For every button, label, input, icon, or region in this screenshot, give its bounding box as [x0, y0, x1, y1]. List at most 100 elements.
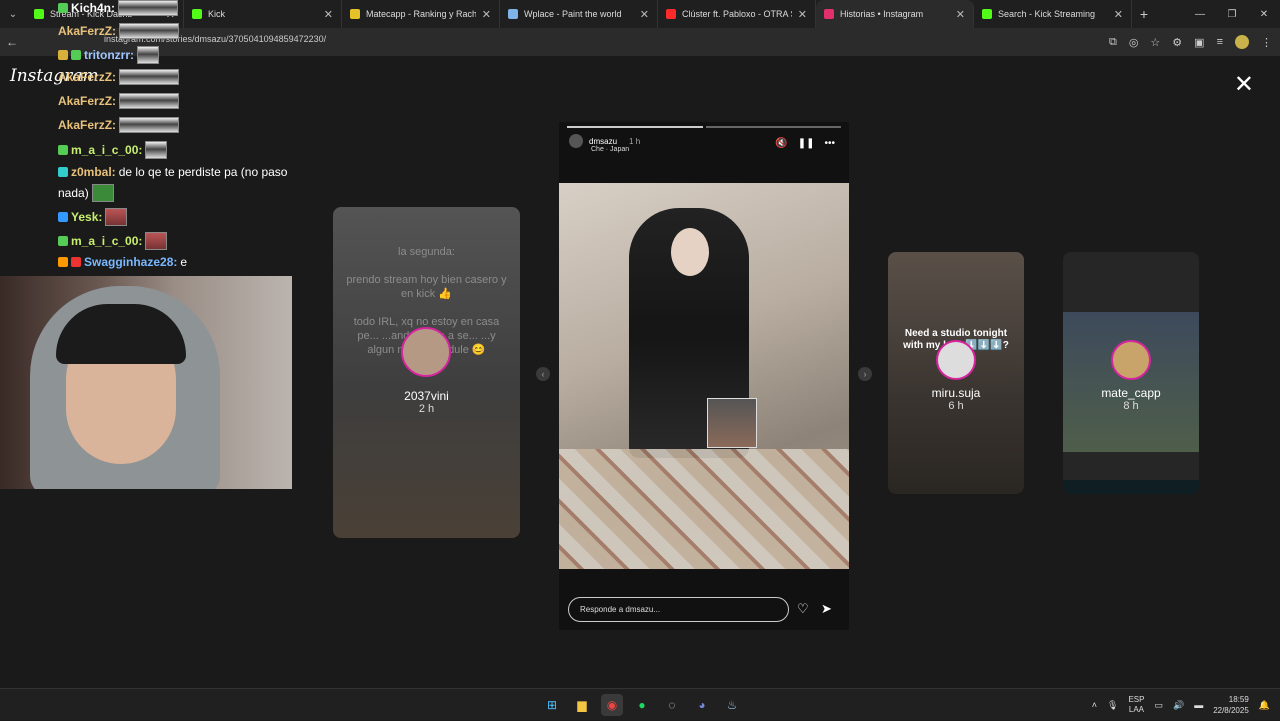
chat-emote — [118, 0, 179, 16]
heart-icon[interactable]: ♡ — [797, 601, 809, 617]
chat-badge — [58, 212, 68, 222]
story-username: 2037vini — [404, 389, 449, 403]
chrome-icon[interactable]: ◉ — [601, 694, 623, 716]
wplace-icon — [508, 9, 518, 19]
chat-emote — [137, 46, 159, 64]
network-icon[interactable]: ▭ — [1154, 700, 1163, 711]
back-icon[interactable]: ← — [0, 35, 24, 49]
steam-icon[interactable]: ♨ — [721, 694, 743, 716]
extensions-puzzle-icon[interactable]: ▣ — [1194, 36, 1204, 49]
previous-story-icon[interactable]: ‹ — [536, 367, 550, 381]
language-indicator[interactable]: ESP LAA — [1128, 695, 1144, 715]
story-preview-2037vini[interactable]: la segunda: prendo stream hoy bien caser… — [333, 207, 520, 538]
chat-user: AkaFerzZ: — [58, 24, 117, 38]
story-user-label: miru.suja 6 h — [888, 386, 1024, 412]
tab-4[interactable]: Clúster ft. Pabloxo - OTRA SED ✕ — [658, 0, 816, 28]
microphone-icon[interactable]: 🎙 — [1107, 700, 1118, 711]
tab-title: Clúster ft. Pabloxo - OTRA SED — [682, 9, 792, 19]
close-tab-icon[interactable]: ✕ — [1114, 8, 1123, 21]
chat-badge — [58, 167, 68, 177]
youtube-icon — [666, 9, 676, 19]
clock-date: 22/8/2025 — [1213, 706, 1249, 715]
volume-icon[interactable]: 🔊 — [1173, 700, 1184, 711]
next-story-icon[interactable]: › — [858, 367, 872, 381]
tab-2[interactable]: Matecapp - Ranking y Racha d ✕ — [342, 0, 500, 28]
tab-6[interactable]: Search - Kick Streaming ✕ — [974, 0, 1132, 28]
chat-user: m_a_i_c_00: — [71, 234, 143, 248]
chat-text: de lo qe te perdiste pa (no paso — [118, 165, 288, 179]
close-tab-icon[interactable]: ✕ — [640, 8, 649, 21]
new-tab-button[interactable]: + — [1132, 0, 1156, 28]
tab-5[interactable]: Historias • Instagram ✕ — [816, 0, 974, 28]
story-song[interactable]: Che · Japan — [591, 146, 629, 153]
bookmark-star-icon[interactable]: ☆ — [1150, 36, 1160, 49]
menu-dots-icon[interactable]: ⋮ — [1261, 36, 1272, 49]
kick-icon — [192, 9, 202, 19]
avatar[interactable] — [569, 134, 583, 148]
tab-search-button[interactable]: ⌄ — [0, 0, 26, 28]
tab-1[interactable]: Kick ✕ — [184, 0, 342, 28]
profile-avatar[interactable] — [1235, 35, 1249, 49]
tracking-icon[interactable]: ◎ — [1129, 36, 1139, 49]
chat-text: e — [180, 255, 188, 269]
story-time: 2 h — [418, 403, 435, 415]
minimize-icon[interactable]: — — [1184, 0, 1216, 28]
chat-emote — [119, 23, 180, 39]
extension-icon[interactable]: ⚙ — [1172, 36, 1182, 49]
close-icon[interactable]: ✕ — [1234, 70, 1254, 99]
matecapp-icon — [350, 9, 360, 19]
pause-icon[interactable]: ❚❚ — [798, 138, 815, 149]
tab-3[interactable]: Wplace - Paint the world ✕ — [500, 0, 658, 28]
obs-icon[interactable]: ◌ — [661, 694, 683, 716]
file-explorer-icon[interactable]: ▆ — [571, 694, 593, 716]
chat-user: AkaFerzZ: — [58, 94, 117, 108]
chat-user: AkaFerzZ: — [58, 118, 117, 132]
chat-message: z0mbal: de lo qe te perdiste pa (no paso — [58, 165, 287, 179]
reading-list-icon[interactable]: ≡ — [1217, 36, 1223, 48]
mute-icon[interactable]: 🔇 — [775, 138, 787, 149]
more-options-icon[interactable]: ••• — [824, 138, 835, 149]
chat-emote — [145, 141, 168, 159]
tab-title: Wplace - Paint the world — [524, 9, 622, 19]
tile-pattern — [559, 449, 849, 569]
story-photo — [559, 183, 849, 569]
chat-message: nada) — [58, 184, 114, 202]
send-icon[interactable]: ➤ — [821, 601, 832, 617]
story-username[interactable]: dmsazu — [589, 137, 617, 146]
avatar — [936, 340, 976, 380]
story-time: 6 h — [948, 400, 964, 412]
active-story[interactable]: dmsazu 1 h Che · Japan 🔇 ❚❚ ••• Responde… — [559, 122, 849, 630]
close-tab-icon[interactable]: ✕ — [798, 8, 807, 21]
chat-message: Yesk: — [58, 208, 128, 226]
instagram-stories-page: Instagram ✕ la segunda: prendo stream ho… — [0, 0, 1280, 688]
discord-icon[interactable]: ◕ — [691, 694, 713, 716]
chat-message: Kich4n: — [58, 0, 179, 16]
person-face — [671, 228, 709, 276]
story-preview-mate-capp[interactable]: mate_capp 8 h — [1063, 252, 1199, 494]
notification-icon[interactable]: 🔔 — [1259, 700, 1270, 711]
close-tab-icon[interactable]: ✕ — [324, 8, 333, 21]
avatar — [1111, 340, 1151, 380]
start-windows-icon[interactable]: ⊞ — [541, 694, 563, 716]
chat-message: tritonzrr: — [58, 46, 159, 64]
story-text-line: prendo stream hoy bien casero y en kick … — [346, 274, 507, 300]
browser-tab-bar: ⌄ Stream - Kick Dashb✕ Kick✕ Matecapp - … — [0, 0, 1280, 28]
story-preview-miru-suja[interactable]: Need a studio tonight with my l... ...⬇️… — [888, 252, 1024, 494]
chevron-up-icon[interactable]: ˄ — [1092, 700, 1097, 710]
chat-emote — [119, 117, 180, 133]
chat-badge — [58, 236, 68, 246]
install-app-icon[interactable]: ⧉ — [1109, 36, 1117, 49]
close-tab-icon[interactable]: ✕ — [956, 8, 965, 21]
close-tab-icon[interactable]: ✕ — [482, 8, 491, 21]
chat-emote — [119, 93, 180, 109]
close-window-icon[interactable]: ✕ — [1248, 0, 1280, 28]
clock[interactable]: 18:59 22/8/2025 — [1213, 694, 1249, 716]
chat-message: AkaFerzZ: — [58, 69, 180, 85]
chat-user: Kich4n: — [71, 1, 116, 15]
chat-text: nada) — [58, 186, 89, 200]
spotify-icon[interactable]: ● — [631, 694, 653, 716]
reply-input[interactable]: Responde a dmsazu... — [568, 597, 789, 622]
maximize-icon[interactable]: ❐ — [1216, 0, 1248, 28]
battery-icon[interactable]: ▬ — [1194, 700, 1203, 710]
windows-taskbar: ⊞ ▆ ◉ ● ◌ ◕ ♨ ˄ 🎙 ESP LAA ▭ 🔊 ▬ 18:59 22… — [0, 688, 1280, 720]
